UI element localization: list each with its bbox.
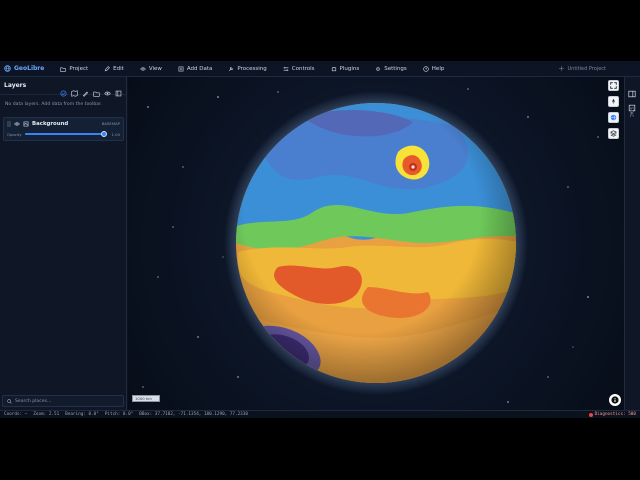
layers-stack-icon (610, 130, 617, 137)
folder-icon (60, 67, 67, 72)
status-pitch: Pitch: 0.0° (104, 412, 134, 417)
pencil-icon (104, 65, 110, 71)
menu-processing[interactable]: Processing (220, 61, 274, 77)
add-vector-icon[interactable] (71, 82, 78, 97)
menu-settings[interactable]: Settings (367, 61, 415, 77)
opacity-slider-fill (24, 133, 105, 135)
info-button[interactable] (609, 394, 621, 406)
stac-tab[interactable] (628, 97, 638, 112)
wrench-icon (229, 66, 234, 71)
layers-panel-header: Layers (0, 77, 126, 97)
layers-panel-title: Layers (4, 82, 27, 89)
basemap-icon (23, 121, 29, 126)
globe-icon (610, 114, 617, 121)
drag-handle-icon[interactable] (7, 120, 11, 127)
background-layer-name: Background (32, 120, 69, 127)
search-input[interactable]: Search places... (15, 399, 51, 404)
folder-open-icon[interactable] (93, 82, 100, 97)
puzzle-icon (331, 66, 336, 71)
plus-square-icon (178, 66, 184, 71)
mars-globe-view[interactable] (128, 77, 624, 410)
sun-icon (558, 66, 564, 71)
place-search-box[interactable]: Search places... (2, 395, 124, 407)
globe-shading (236, 103, 516, 383)
status-zoom: Zoom: 2.51 (33, 412, 60, 417)
layer-visibility-icon[interactable] (14, 121, 20, 127)
menu-view[interactable]: View (132, 61, 170, 77)
right-sidebar: STAC (624, 77, 640, 410)
help-icon (423, 65, 429, 72)
gear-icon (376, 66, 381, 71)
scale-bar: 1000 km (132, 395, 160, 402)
background-layer-item[interactable]: Background BASEMAP Opacity 1.00 (3, 117, 124, 141)
north-reset-button[interactable] (608, 96, 619, 107)
layers-control-button[interactable] (608, 128, 619, 139)
map-canvas[interactable]: 1000 km (128, 77, 624, 410)
opacity-value: 1.00 (111, 131, 120, 137)
menu-plugins[interactable]: Plugins (323, 61, 368, 77)
empty-layers-message: No data layers. Add data from the toolba… (5, 102, 103, 107)
fullscreen-icon (610, 82, 617, 89)
opacity-label: Opacity (7, 131, 22, 137)
status-bearing: Bearing: 0.0° (65, 412, 99, 417)
menu-edit[interactable]: Edit (96, 61, 132, 77)
app-name: GeoLibre (14, 65, 45, 72)
opacity-row: Opacity 1.00 (4, 129, 123, 139)
globe-toggle-button[interactable] (608, 112, 619, 123)
compass-arrow-icon (612, 98, 615, 105)
opacity-slider-handle[interactable] (100, 131, 107, 137)
globe-logo-icon (4, 65, 11, 72)
select-all-icon[interactable] (60, 82, 67, 97)
eye-icon (140, 66, 146, 71)
sliders-icon (283, 66, 289, 71)
app-window: GeoLibre Project Edit View Add Data Proc… (0, 61, 640, 418)
project-title[interactable]: Untitled Project (558, 66, 640, 72)
style-icon[interactable] (82, 82, 89, 97)
opacity-slider[interactable] (24, 131, 107, 137)
collapse-panel-icon[interactable] (115, 82, 122, 97)
search-icon (7, 398, 12, 404)
status-bar: Coords: — Zoom: 2.51 Bearing: 0.0° Pitch… (0, 410, 640, 418)
layers-panel: Layers No data layers. Add data from the… (0, 77, 127, 410)
menu-add-data[interactable]: Add Data (170, 61, 221, 77)
visibility-icon[interactable] (104, 82, 111, 96)
status-coords: Coords: — (4, 412, 28, 417)
right-panel-toggle[interactable] (628, 83, 638, 98)
menu-help[interactable]: Help (415, 61, 453, 77)
layer-type-tag: BASEMAP (101, 121, 120, 126)
menu-bar: GeoLibre Project Edit View Add Data Proc… (0, 61, 640, 77)
app-brand[interactable]: GeoLibre (0, 65, 52, 72)
info-icon (611, 396, 619, 404)
status-bbox: BBox: 37.7182, -71.1354, 180.1290, 77.23… (139, 412, 248, 417)
menu-controls[interactable]: Controls (275, 61, 323, 77)
fullscreen-button[interactable] (608, 80, 619, 91)
menu-project[interactable]: Project (52, 61, 96, 77)
diagnostics-indicator[interactable]: Diagnostics: 500 (588, 412, 636, 417)
error-dot-icon (588, 412, 593, 417)
stac-tab-label: STAC (629, 107, 634, 118)
